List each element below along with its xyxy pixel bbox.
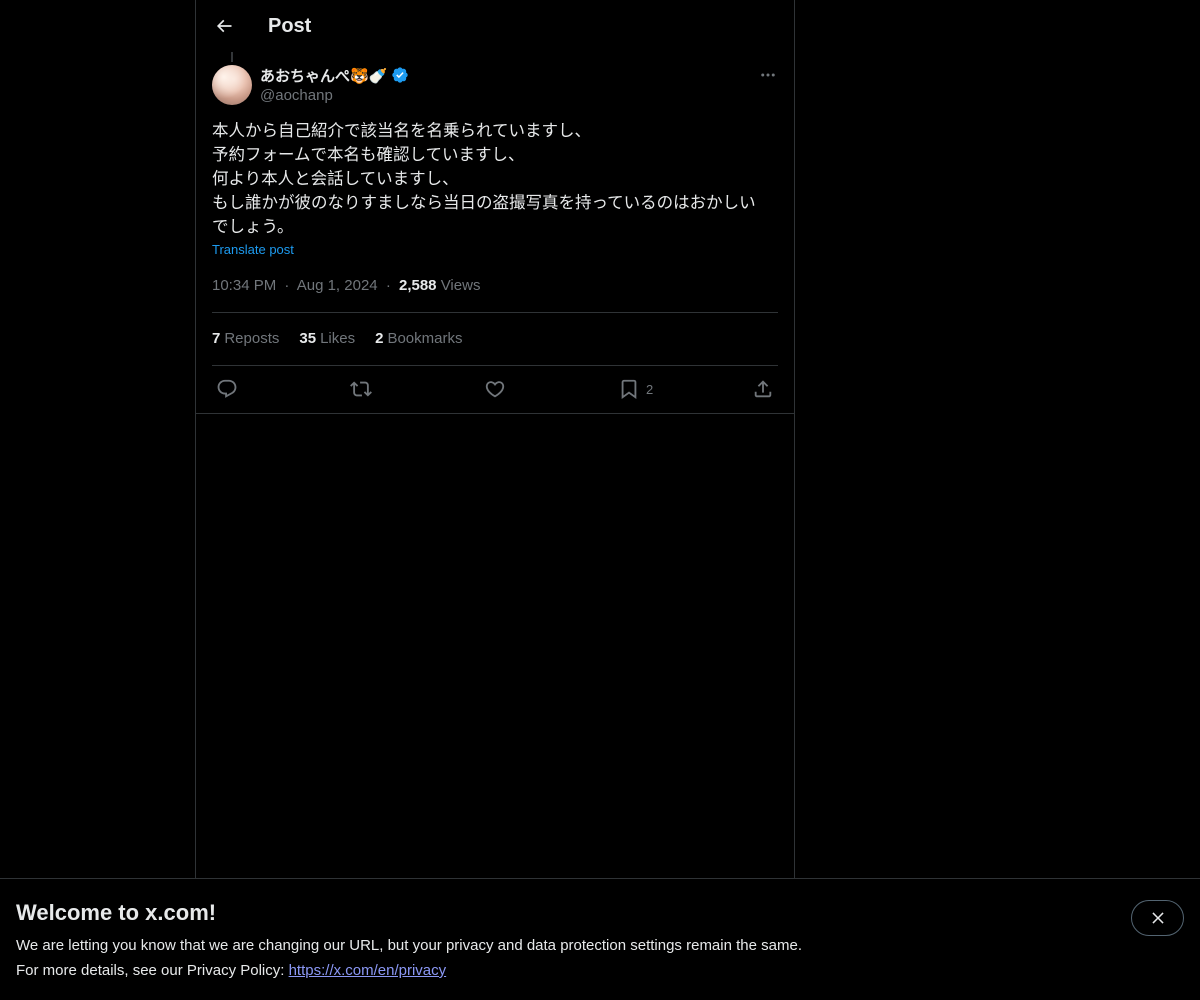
- post-stats: 7 Reposts 35 Likes 2 Bookmarks: [212, 329, 482, 349]
- heart-icon: [484, 378, 506, 400]
- likes-count: 35: [299, 330, 317, 347]
- author-handle[interactable]: @aochanp: [260, 86, 333, 106]
- close-icon: [1149, 909, 1167, 927]
- author-name-row[interactable]: あおちゃんぺ🐯🍼: [260, 64, 409, 86]
- share-icon: [752, 378, 774, 400]
- views-label: Views: [440, 277, 481, 294]
- page-header: Post: [196, 0, 794, 53]
- bookmark-icon: [618, 378, 640, 400]
- reply-icon: [216, 378, 238, 400]
- post-date[interactable]: Aug 1, 2024: [297, 277, 378, 294]
- thread-connector: [231, 52, 233, 62]
- post-text-line: でしょう。: [212, 217, 294, 236]
- more-options-button[interactable]: [752, 62, 784, 88]
- post-time[interactable]: 10:34 PM: [212, 277, 276, 294]
- reposts-stat[interactable]: 7 Reposts: [212, 329, 279, 349]
- back-button[interactable]: [208, 10, 240, 42]
- bookmarks-label: Bookmarks: [387, 330, 463, 347]
- banner-privacy-line: For more details, see our Privacy Policy…: [16, 961, 446, 981]
- banner-privacy-prefix: For more details, see our Privacy Policy…: [16, 962, 289, 979]
- post-text: 本人から自己紹介で該当名を名乗られていますし、 予約フォームで本名も確認していま…: [212, 119, 782, 239]
- meta-separator: ·: [284, 277, 290, 294]
- post-text-line: 何より本人と会話していますし、: [212, 169, 459, 188]
- verified-badge-icon[interactable]: [391, 66, 409, 84]
- bookmark-button[interactable]: 2: [618, 376, 653, 402]
- more-horizontal-icon: [759, 66, 777, 84]
- reposts-count: 7: [212, 330, 221, 347]
- arrow-left-icon: [214, 16, 234, 36]
- bookmarks-stat[interactable]: 2 Bookmarks: [375, 329, 462, 349]
- post-text-line: 予約フォームで本名も確認していますし、: [212, 145, 525, 164]
- post-text-line: 本人から自己紹介で該当名を名乗られていますし、: [212, 121, 592, 140]
- welcome-banner: Welcome to x.com! We are letting you kno…: [0, 878, 1200, 1000]
- bookmark-action-count: 2: [646, 381, 654, 397]
- meta-separator: ·: [385, 277, 391, 294]
- translate-post-link[interactable]: Translate post: [212, 242, 294, 257]
- repost-button[interactable]: [350, 376, 372, 402]
- page-title: Post: [268, 15, 312, 37]
- privacy-policy-link[interactable]: https://x.com/en/privacy: [289, 962, 447, 979]
- post-detail-column: Post あおちゃんぺ🐯🍼 @aochanp 本人から自己紹介で該当名を名乗られ…: [195, 0, 795, 1000]
- views-count: 2,588: [398, 277, 437, 294]
- close-banner-button[interactable]: [1131, 900, 1184, 936]
- post-text-line: もし誰かが彼のなりすましなら当日の盗撮写真を持っているのはおかしい: [212, 193, 756, 212]
- reply-button[interactable]: [216, 376, 238, 402]
- bookmarks-count: 2: [375, 330, 384, 347]
- like-button[interactable]: [484, 376, 506, 402]
- likes-label: Likes: [320, 330, 356, 347]
- reposts-label: Reposts: [224, 330, 280, 347]
- author-display-name[interactable]: あおちゃんぺ🐯🍼: [260, 65, 387, 86]
- post-meta: 10:34 PM · Aug 1, 2024 · 2,588 Views: [212, 276, 480, 296]
- repost-icon: [350, 378, 372, 400]
- avatar[interactable]: [212, 65, 252, 105]
- likes-stat[interactable]: 35 Likes: [299, 329, 355, 349]
- divider: [196, 413, 794, 414]
- post-actions: 2: [196, 366, 794, 413]
- banner-message: We are letting you know that we are chan…: [16, 937, 802, 954]
- divider: [212, 312, 778, 313]
- share-button[interactable]: [752, 376, 774, 402]
- banner-title: Welcome to x.com!: [16, 900, 217, 925]
